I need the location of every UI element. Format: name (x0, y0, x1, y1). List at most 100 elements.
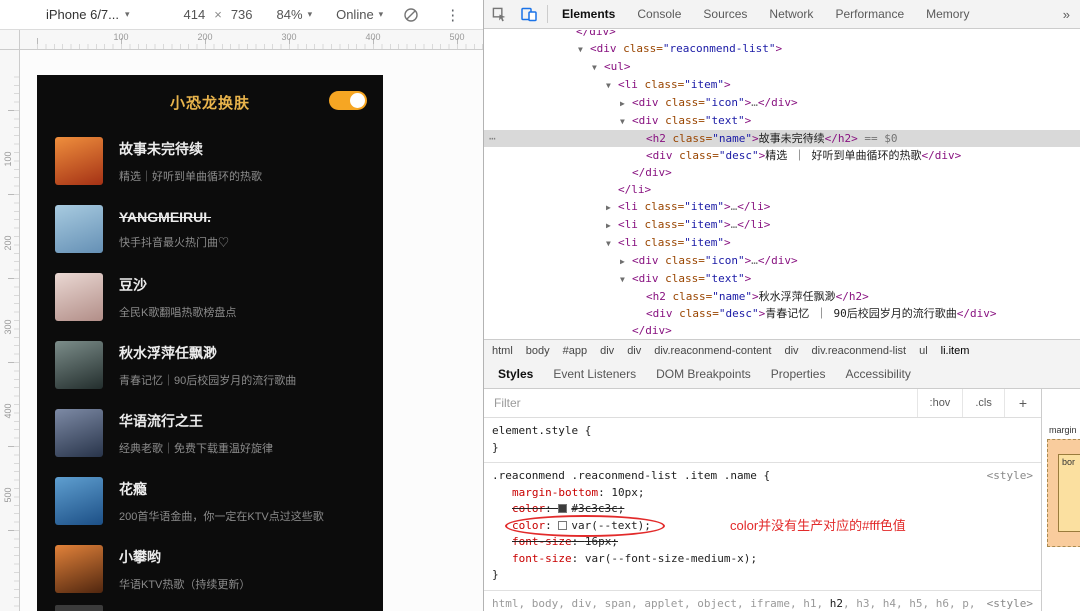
dom-tree-node[interactable]: ▼ <div class="reaconmend-list"> (484, 40, 1080, 58)
box-model-border-box[interactable]: bor (1058, 454, 1080, 532)
device-select[interactable]: iPhone 6/7... ▾ (46, 7, 130, 22)
dom-tree-node[interactable]: </div> (484, 30, 1080, 40)
dom-tree-node[interactable]: ⋯ <h2 class="name">故事未完待续</h2> == $0 (484, 130, 1080, 147)
expander-closed-icon[interactable]: ▶ (620, 95, 632, 112)
dom-tree-node[interactable]: ▶ <li class="item">…</li> (484, 216, 1080, 234)
css-property[interactable]: font-size: 16px; (492, 534, 1033, 551)
dom-tree-node[interactable]: ▼ <div class="text"> (484, 112, 1080, 130)
dom-tree-node[interactable]: <div class="desc">精选 ｜ 好听到单曲循环的热歌</div> (484, 147, 1080, 164)
more-panels-button[interactable]: » (1063, 7, 1070, 22)
breadcrumb-item[interactable]: body (526, 345, 550, 357)
css-property[interactable]: color: #3c3c3c; (492, 501, 1033, 518)
expander-open-icon[interactable]: ▼ (592, 59, 604, 76)
dom-tree-node[interactable]: ▶ <div class="icon">…</div> (484, 94, 1080, 112)
breadcrumb-item[interactable]: li.item (941, 345, 970, 357)
css-property[interactable]: font-size: var(--font-size-medium-x); (492, 551, 1033, 568)
song-thumbnail (55, 137, 103, 185)
css-property[interactable]: margin-bottom: 10px; (492, 485, 1033, 502)
dom-tree-node[interactable]: ▼ <li class="item"> (484, 76, 1080, 94)
element-classes-button[interactable]: .cls (962, 389, 1004, 417)
list-item[interactable]: 故事未完待续 精选｜好听到单曲循环的热歌 (37, 127, 383, 195)
expander-closed-icon[interactable]: ▶ (606, 199, 618, 216)
list-item[interactable]: 豆沙 全民K歌翻唱热歌榜盘点 (37, 263, 383, 331)
dom-tree-node[interactable]: ▼ <li class="item"> (484, 234, 1080, 252)
breadcrumb-item[interactable]: div (784, 345, 798, 357)
box-model-margin-box[interactable]: bor (1047, 439, 1080, 547)
expander-open-icon[interactable]: ▼ (578, 41, 590, 58)
element-style-rule[interactable]: element.style { } (484, 418, 1041, 463)
ruler-label: 100 (3, 151, 13, 167)
style-source-link[interactable]: <style> (987, 468, 1033, 485)
song-description: 经典老歌｜免费下载重温好旋律 (119, 442, 273, 455)
dom-tree-node[interactable]: ▼ <div class="text"> (484, 270, 1080, 288)
sidebar-tab-event-listeners[interactable]: Event Listeners (543, 361, 646, 388)
breadcrumb-item[interactable]: div.reaconmend-content (654, 345, 771, 357)
song-thumbnail (55, 545, 103, 593)
sidebar-tab-properties[interactable]: Properties (761, 361, 836, 388)
song-text: 豆沙 全民K歌翻唱热歌榜盘点 (119, 275, 236, 320)
vertical-ruler: 100 200 300 400 500 (0, 50, 20, 611)
viewport-height-field[interactable]: 736 (231, 7, 253, 22)
song-thumbnail (55, 341, 103, 389)
color-swatch[interactable] (558, 504, 568, 513)
breadcrumb-item[interactable]: html (492, 345, 513, 357)
chevron-down-icon: ▾ (307, 9, 313, 19)
toggle-device-toolbar-icon[interactable] (514, 6, 544, 22)
dom-tree-node[interactable]: <div class="desc">青春记忆 ｜ 90后校园岁月的流行歌曲</d… (484, 305, 1080, 322)
dom-tree-node[interactable]: ▼ <ul> (484, 58, 1080, 76)
dom-tree-node[interactable]: ▶ <li class="item">…</li> (484, 198, 1080, 216)
devtools-tab-performance[interactable]: Performance (824, 0, 915, 28)
annotation-text: color并没有生产对应的#fff色值 (730, 517, 906, 533)
theme-toggle[interactable] (329, 91, 367, 110)
viewport-width-field[interactable]: 414 (184, 7, 206, 22)
breadcrumb-item[interactable]: div.reaconmend-list (812, 345, 907, 357)
dom-tree-node[interactable]: </div> (484, 164, 1080, 181)
sidebar-tab-styles[interactable]: Styles (488, 361, 543, 388)
styles-filter-input[interactable]: Filter (494, 396, 917, 410)
more-options-icon[interactable]: ⋮ (445, 6, 460, 24)
toggle-element-state-button[interactable]: :hov (916, 389, 963, 417)
devtools-tab-sources[interactable]: Sources (692, 0, 758, 28)
expander-closed-icon[interactable]: ▶ (620, 253, 632, 270)
dom-tree-node[interactable]: </li> (484, 181, 1080, 198)
network-throttle-select[interactable]: Online ▾ (336, 7, 383, 22)
dom-tree-node[interactable]: </div> (484, 322, 1080, 339)
expander-open-icon[interactable]: ▼ (620, 271, 632, 288)
css-property[interactable]: color: var(--text); color并没有生产对应的#fff色值 (492, 514, 1033, 537)
devtools-tab-network[interactable]: Network (758, 0, 824, 28)
list-item[interactable]: YANGMEIRUI. 快手抖音最火热门曲♡ (37, 195, 383, 263)
list-item[interactable]: 花瘾 200首华语金曲，你一定在KTV点过这些歌 (37, 467, 383, 535)
style-source-link[interactable]: <style> (987, 596, 1033, 611)
color-swatch[interactable] (558, 520, 568, 530)
breadcrumb-item[interactable]: div (600, 345, 614, 357)
breadcrumb-item[interactable]: div (627, 345, 641, 357)
devtools-tab-elements[interactable]: Elements (551, 0, 626, 28)
inspect-element-icon[interactable] (484, 7, 514, 22)
dom-tree-node[interactable]: ▶ <div class="icon">…</div> (484, 252, 1080, 270)
devtools-tab-console[interactable]: Console (626, 0, 692, 28)
css-rule[interactable]: <style> .reaconmend .reaconmend-list .ite… (484, 463, 1041, 591)
list-item[interactable]: 秋水浮萍任飘渺 青春记忆｜90后校园岁月的流行歌曲 (37, 331, 383, 399)
dom-tree: </div> ▼ <div class="reaconmend-list"> ▼ <ul… (484, 30, 1080, 339)
breadcrumb-item[interactable]: ul (919, 345, 928, 357)
expander-open-icon[interactable]: ▼ (620, 113, 632, 130)
devtools-tab-memory[interactable]: Memory (915, 0, 980, 28)
breadcrumb-item[interactable]: #app (563, 345, 587, 357)
partial-list-item-thumbnail (55, 605, 103, 611)
css-rule[interactable]: <style> html, body, div, span, applet, ob… (484, 591, 1041, 611)
song-thumbnail (55, 273, 103, 321)
list-item[interactable]: 小攀哟 华语KTV热歌（持续更新） (37, 535, 383, 603)
sidebar-tab-accessibility[interactable]: Accessibility (835, 361, 920, 388)
list-item[interactable]: 华语流行之王 经典老歌｜免费下载重温好旋律 (37, 399, 383, 467)
ruler-label: 300 (281, 32, 297, 42)
toggle-knob (350, 93, 365, 108)
song-text: 花瘾 200首华语金曲，你一定在KTV点过这些歌 (119, 479, 324, 524)
expander-open-icon[interactable]: ▼ (606, 235, 618, 252)
rotate-viewport-icon[interactable] (403, 7, 419, 23)
expander-open-icon[interactable]: ▼ (606, 77, 618, 94)
zoom-select[interactable]: 84% ▾ (277, 7, 313, 22)
sidebar-tab-dom-breakpoints[interactable]: DOM Breakpoints (646, 361, 761, 388)
expander-closed-icon[interactable]: ▶ (606, 217, 618, 234)
new-style-rule-button[interactable]: + (1003, 389, 1041, 417)
dom-tree-node[interactable]: <h2 class="name">秋水浮萍任飘渺</h2> (484, 288, 1080, 305)
